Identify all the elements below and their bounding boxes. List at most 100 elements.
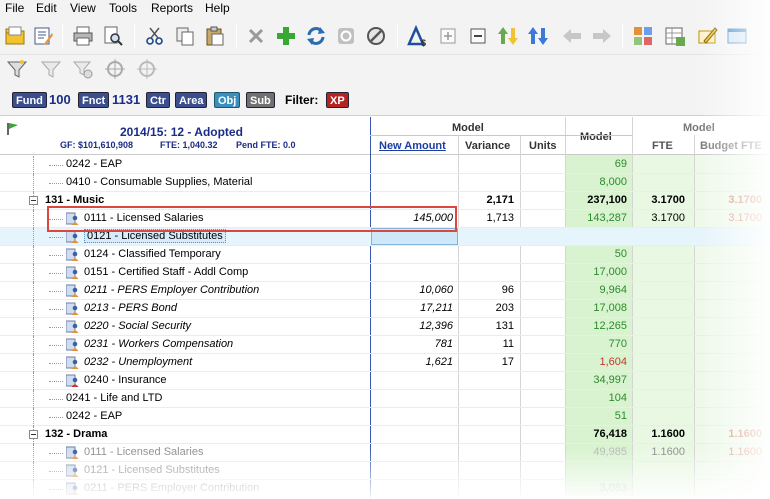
model-cell[interactable]: 1,604 xyxy=(599,356,627,368)
menu-view[interactable]: View xyxy=(68,1,98,15)
model-cell[interactable]: 237,100 xyxy=(587,194,627,206)
obj-chip[interactable]: Obj xyxy=(214,92,241,108)
model-cell[interactable]: 34,997 xyxy=(593,374,627,386)
table-row[interactable]: 0211 - PERS Employer Contribution 3,083 xyxy=(0,480,770,498)
table-row[interactable]: 0231 - Workers Compensation 781 11 770 xyxy=(0,336,770,354)
new-amount-editor[interactable] xyxy=(371,228,458,245)
target-icon[interactable] xyxy=(102,56,128,82)
cut-icon[interactable] xyxy=(142,23,168,49)
menu-edit[interactable]: Edit xyxy=(34,1,59,15)
new-amount-cell[interactable]: 1,621 xyxy=(425,356,453,368)
window-icon[interactable] xyxy=(724,23,750,49)
new-amount-cell[interactable]: 145,000 xyxy=(413,212,453,224)
model-cell[interactable]: 3,083 xyxy=(599,482,627,494)
units-header[interactable]: Units xyxy=(529,140,557,152)
table-row[interactable]: 0240 - Insurance 34,997 xyxy=(0,372,770,390)
copy-icon[interactable] xyxy=(172,23,198,49)
table-row[interactable]: 0151 - Certified Staff - Addl Comp 17,000 xyxy=(0,264,770,282)
filter-clear-icon[interactable] xyxy=(38,56,64,82)
model-cell[interactable]: 8,000 xyxy=(599,176,627,188)
sub-chip[interactable]: Sub xyxy=(246,92,275,108)
edit-document-icon[interactable] xyxy=(30,23,56,49)
variance-cell[interactable]: 2,171 xyxy=(486,194,514,206)
model-cell[interactable]: 69 xyxy=(615,158,627,170)
budget-fte-cell[interactable]: 3.1700 xyxy=(728,212,762,224)
table-row[interactable]: 0241 - Life and LTD 104 xyxy=(0,390,770,408)
filter-remove-icon[interactable] xyxy=(70,56,96,82)
new-amount-cell[interactable]: 781 xyxy=(435,338,453,350)
refresh-icon[interactable] xyxy=(303,23,329,49)
variance-cell[interactable]: 1,713 xyxy=(486,212,514,224)
fund-chip[interactable]: Fund xyxy=(12,92,47,108)
filter-value-chip[interactable]: XP xyxy=(326,92,349,108)
table-row[interactable]: 0211 - PERS Employer Contribution 10,060 9… xyxy=(0,282,770,300)
cancel-icon[interactable] xyxy=(363,23,389,49)
new-amount-header[interactable]: New Amount xyxy=(379,140,446,152)
variance-header[interactable]: Variance xyxy=(465,140,510,152)
menu-file[interactable]: File xyxy=(3,1,26,15)
table-row[interactable]: 0242 - EAP 51 xyxy=(0,408,770,426)
fte-cell[interactable]: 1.1600 xyxy=(651,428,685,440)
table-row[interactable]: 0232 - Unemployment 1,621 17 1,604 xyxy=(0,354,770,372)
model-cell[interactable]: 50 xyxy=(615,248,627,260)
spreadsheet-icon[interactable] xyxy=(662,23,688,49)
delete-icon[interactable] xyxy=(243,23,269,49)
collapse-icon[interactable] xyxy=(465,23,491,49)
variance-cell[interactable]: 203 xyxy=(496,302,514,314)
ctr-chip[interactable]: Ctr xyxy=(146,92,170,108)
table-row[interactable]: 0242 - EAP 69 xyxy=(0,156,770,174)
new-amount-cell[interactable]: 17,211 xyxy=(420,302,453,314)
budget-fte-header[interactable]: Budget FTE xyxy=(700,140,762,152)
table-row[interactable]: 131 - Music 2,171 237,100 3.1700 3.1700 xyxy=(0,192,770,210)
table-row[interactable]: 0410 - Consumable Supplies, Material 8,00… xyxy=(0,174,770,192)
open-folder-icon[interactable] xyxy=(2,23,28,49)
variance-cell[interactable]: 96 xyxy=(502,284,514,296)
table-row[interactable]: 0111 - Licensed Salaries 145,000 1,713 143,… xyxy=(0,210,770,228)
target-clear-icon[interactable] xyxy=(134,56,160,82)
model-header[interactable]: Model xyxy=(580,131,612,143)
model-cell[interactable]: 51 xyxy=(615,410,627,422)
variance-cell[interactable]: 17 xyxy=(502,356,514,368)
menu-reports[interactable]: Reports xyxy=(149,1,195,15)
model-cell[interactable]: 12,265 xyxy=(593,320,627,332)
budget-fte-cell[interactable]: 1.1600 xyxy=(728,428,762,440)
model-cell[interactable]: 49,985 xyxy=(593,446,627,458)
fte-cell[interactable]: 3.1700 xyxy=(651,212,685,224)
paste-icon[interactable] xyxy=(202,23,228,49)
new-amount-cell[interactable]: 12,396 xyxy=(419,320,453,332)
move-down-up-icon[interactable] xyxy=(525,23,551,49)
menu-tools[interactable]: Tools xyxy=(107,1,139,15)
table-row[interactable]: 132 - Drama 76,418 1.1600 1.1600 xyxy=(0,426,770,444)
filter-icon[interactable] xyxy=(4,56,30,82)
fte-cell[interactable]: 3.1700 xyxy=(651,194,685,206)
model-cell[interactable]: 9,964 xyxy=(599,284,627,296)
triangle-dollar-icon[interactable]: $ xyxy=(405,23,431,49)
add-icon[interactable] xyxy=(273,23,299,49)
note-icon[interactable] xyxy=(694,23,720,49)
reload-icon[interactable] xyxy=(333,23,359,49)
collapse-toggle-icon[interactable] xyxy=(29,430,38,439)
collapse-toggle-icon[interactable] xyxy=(29,196,38,205)
table-row[interactable]: 0121 - Licensed Substitutes xyxy=(0,462,770,480)
calculator-icon[interactable] xyxy=(630,23,656,49)
fte-header[interactable]: FTE xyxy=(652,140,673,152)
fnct-chip[interactable]: Fnct xyxy=(78,92,110,108)
budget-fte-cell[interactable]: 3.1700 xyxy=(728,194,762,206)
model-cell[interactable]: 17,000 xyxy=(593,266,627,278)
new-amount-cell[interactable]: 10,060 xyxy=(419,284,453,296)
variance-cell[interactable]: 11 xyxy=(503,338,514,350)
fte-cell[interactable]: 1.1600 xyxy=(651,446,685,458)
move-up-down-icon[interactable] xyxy=(495,23,521,49)
model-cell[interactable]: 770 xyxy=(609,338,627,350)
table-row[interactable]: 0124 - Classified Temporary 50 xyxy=(0,246,770,264)
print-icon[interactable] xyxy=(70,23,96,49)
expand-icon[interactable] xyxy=(435,23,461,49)
menu-help[interactable]: Help xyxy=(203,1,232,15)
model-cell[interactable]: 104 xyxy=(609,392,627,404)
table-row[interactable]: 0213 - PERS Bond 17,211 203 17,008 xyxy=(0,300,770,318)
area-chip[interactable]: Area xyxy=(175,92,208,108)
table-row[interactable]: 0121 - Licensed Substitutes xyxy=(0,228,770,246)
model-cell[interactable]: 143,287 xyxy=(587,212,627,224)
budget-fte-cell[interactable]: 1.1600 xyxy=(728,446,762,458)
table-row[interactable]: 0111 - Licensed Salaries 49,985 1.1600 1.16… xyxy=(0,444,770,462)
